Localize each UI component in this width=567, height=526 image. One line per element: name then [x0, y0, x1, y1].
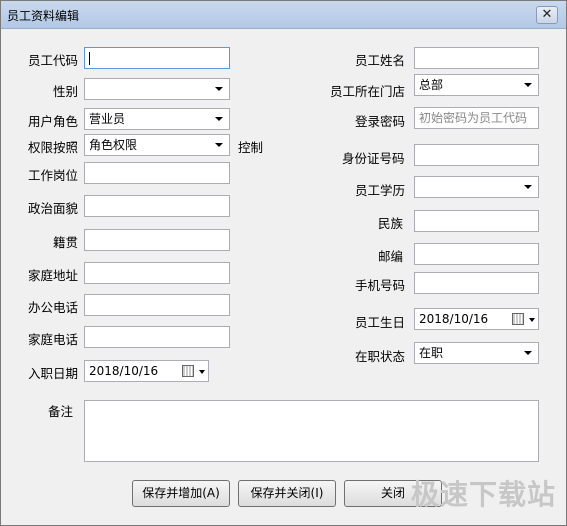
- title-bar: 员工资料编辑 ✕: [1, 1, 566, 29]
- chevron-down-icon: [524, 351, 532, 355]
- political-label: 政治面貌: [28, 201, 79, 216]
- status-label: 在职状态: [355, 349, 406, 364]
- address-input[interactable]: [84, 262, 230, 284]
- home-phone-label: 家庭电话: [28, 332, 79, 347]
- hire-date-value: 2018/10/16: [89, 364, 159, 378]
- home-phone-input[interactable]: [84, 326, 230, 348]
- birthday-picker[interactable]: 2018/10/16: [414, 308, 539, 330]
- memo-textarea[interactable]: [84, 400, 539, 462]
- birthday-value: 2018/10/16: [419, 312, 489, 326]
- password-input[interactable]: 初始密码为员工代码: [414, 107, 539, 129]
- store-value: 总部: [419, 78, 444, 92]
- perm-label: 权限按照: [28, 140, 79, 155]
- employee-edit-dialog: 员工资料编辑 ✕ 员工代码 性别 用户角色 营业员 权限按照 角色权限 控制 工…: [0, 0, 567, 526]
- store-select[interactable]: 总部: [414, 74, 539, 96]
- password-placeholder: 初始密码为员工代码: [419, 111, 528, 125]
- edu-label: 员工学历: [355, 183, 406, 198]
- hire-date-label: 入职日期: [28, 366, 79, 381]
- text-cursor: [89, 52, 90, 65]
- native-input[interactable]: [84, 229, 230, 251]
- post-input[interactable]: [84, 162, 230, 184]
- office-phone-label: 办公电话: [28, 300, 79, 315]
- mobile-label: 手机号码: [355, 278, 406, 293]
- status-select[interactable]: 在职: [414, 342, 539, 364]
- chevron-down-icon: [524, 83, 532, 87]
- mobile-input[interactable]: [414, 272, 539, 294]
- hire-date-picker[interactable]: 2018/10/16: [84, 360, 209, 382]
- role-value: 营业员: [89, 112, 126, 126]
- role-label: 用户角色: [28, 114, 79, 129]
- code-input[interactable]: [84, 47, 230, 69]
- code-label: 员工代码: [28, 53, 79, 68]
- watermark: 极速下载站: [410, 478, 556, 511]
- perm-select[interactable]: 角色权限: [84, 134, 230, 156]
- store-label: 员工所在门店: [330, 84, 406, 99]
- gender-label: 性别: [53, 84, 79, 99]
- political-input[interactable]: [84, 195, 230, 217]
- calendar-icon: [182, 365, 194, 377]
- chevron-down-icon: [215, 117, 223, 121]
- save-and-close-button[interactable]: 保存并关闭(I): [238, 480, 336, 507]
- status-value: 在职: [419, 346, 444, 360]
- office-phone-input[interactable]: [84, 294, 230, 316]
- calendar-icon: [512, 313, 524, 325]
- id-input[interactable]: [414, 144, 539, 166]
- password-label: 登录密码: [355, 114, 406, 129]
- perm-suffix-label: 控制: [238, 140, 264, 155]
- chevron-down-icon: [529, 318, 535, 322]
- name-label: 员工姓名: [355, 53, 406, 68]
- zip-label: 邮编: [378, 249, 404, 264]
- address-label: 家庭地址: [28, 268, 79, 283]
- name-input[interactable]: [414, 47, 539, 69]
- chevron-down-icon: [199, 370, 205, 374]
- native-label: 籍贯: [53, 235, 79, 250]
- save-and-add-button[interactable]: 保存并增加(A): [132, 480, 230, 507]
- zip-input[interactable]: [414, 243, 539, 265]
- close-window-button[interactable]: ✕: [536, 6, 558, 24]
- chevron-down-icon: [215, 87, 223, 91]
- edu-select[interactable]: [414, 176, 539, 198]
- memo-label: 备注: [48, 404, 74, 419]
- id-label: 身份证号码: [342, 151, 405, 166]
- perm-value: 角色权限: [89, 138, 138, 152]
- gender-select[interactable]: [84, 78, 230, 100]
- window-title: 员工资料编辑: [7, 9, 80, 23]
- chevron-down-icon: [524, 185, 532, 189]
- birthday-label: 员工生日: [355, 315, 406, 330]
- chevron-down-icon: [215, 143, 223, 147]
- nation-label: 民族: [378, 216, 404, 231]
- nation-input[interactable]: [414, 210, 539, 232]
- role-select[interactable]: 营业员: [84, 108, 230, 130]
- post-label: 工作岗位: [28, 168, 79, 183]
